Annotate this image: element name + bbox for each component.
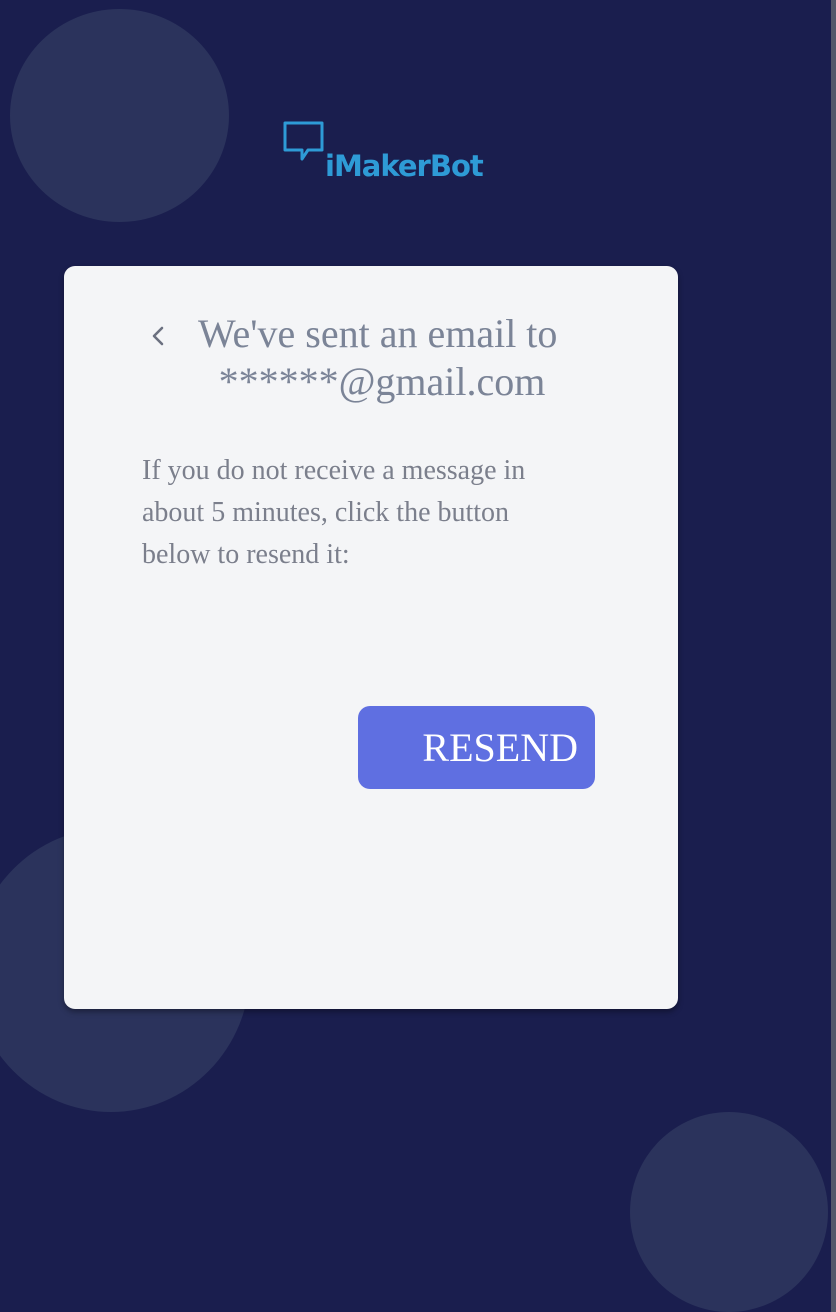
chevron-left-icon[interactable] <box>144 321 170 351</box>
decorative-circle <box>10 9 229 222</box>
masked-email: ******@gmail.com <box>218 359 546 404</box>
brand-logo: iMakerBot <box>282 120 502 190</box>
resend-button[interactable]: RESEND <box>358 706 595 789</box>
title-line: We've sent an email to <box>198 311 558 356</box>
email-sent-card: We've sent an email to ******@gmail.com … <box>64 266 678 1009</box>
scrollbar[interactable] <box>831 0 836 1312</box>
instruction-text: If you do not receive a message in about… <box>142 455 526 570</box>
decorative-circle <box>630 1112 828 1312</box>
brand-name: iMakerBot <box>325 149 484 183</box>
chat-bubble-icon <box>283 121 324 161</box>
page: iMakerBot We've sent an email to ******@… <box>0 0 836 1312</box>
page-title: We've sent an email to ******@gmail.com <box>182 310 582 406</box>
